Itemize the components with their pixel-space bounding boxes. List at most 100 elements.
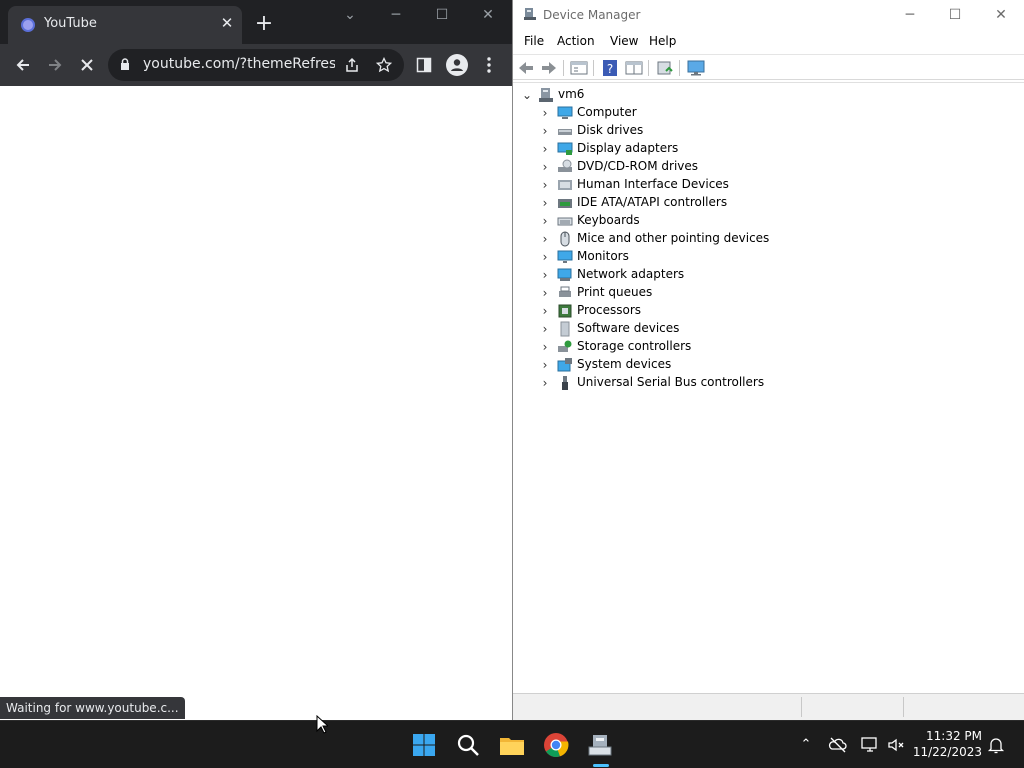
chrome-icon[interactable] xyxy=(540,729,572,761)
usb-icon xyxy=(562,376,568,390)
maximize-button[interactable]: ☐ xyxy=(941,4,969,26)
tree-item[interactable]: › Processors xyxy=(513,302,1024,320)
stop-loading-button[interactable] xyxy=(74,52,100,78)
hid-icon xyxy=(558,180,572,190)
volume-muted-icon[interactable] xyxy=(886,735,906,755)
tree-item[interactable]: › Disk drives xyxy=(513,122,1024,140)
tree-item[interactable]: › Software devices xyxy=(513,320,1024,338)
chevron-right-icon[interactable]: › xyxy=(539,321,551,337)
device-manager-taskbar-icon[interactable] xyxy=(585,729,617,761)
stop-icon xyxy=(81,59,93,71)
tree-item[interactable]: › Network adapters xyxy=(513,266,1024,284)
share-icon[interactable] xyxy=(344,57,360,73)
back-arrow-icon[interactable] xyxy=(517,59,535,77)
tree-item[interactable]: › Mice and other pointing devices xyxy=(513,230,1024,248)
tab-youtube[interactable]: YouTube ✕ xyxy=(8,6,242,44)
chevron-right-icon[interactable]: › xyxy=(539,141,551,157)
chevron-right-icon[interactable]: › xyxy=(539,303,551,319)
tree-item[interactable]: › Monitors xyxy=(513,248,1024,266)
chevron-right-icon[interactable]: › xyxy=(539,339,551,355)
tree-item-label: Keyboards xyxy=(577,213,640,227)
menu-view[interactable]: View xyxy=(610,34,638,48)
url-text[interactable]: youtube.com/?themeRefresh... xyxy=(143,56,335,72)
tree-item[interactable]: › Print queues xyxy=(513,284,1024,302)
file-explorer-icon[interactable] xyxy=(496,729,528,761)
more-menu-icon[interactable] xyxy=(481,56,497,74)
toolbar-separator xyxy=(563,60,564,76)
forward-button[interactable] xyxy=(42,52,68,78)
tree-item[interactable]: › Universal Serial Bus controllers xyxy=(513,374,1024,392)
tab-search-icon[interactable]: ⌄ xyxy=(335,4,365,26)
device-manager-app-icon xyxy=(524,8,536,20)
status-bar xyxy=(513,693,1024,720)
chevron-right-icon[interactable]: › xyxy=(539,231,551,247)
show-hide-console-tree-icon[interactable] xyxy=(570,59,588,77)
notification-bell-icon[interactable] xyxy=(986,735,1006,755)
person-icon xyxy=(451,59,463,71)
update-driver-icon[interactable] xyxy=(656,59,674,77)
computer-root-icon xyxy=(539,88,553,102)
tree-item[interactable]: › Computer xyxy=(513,104,1024,122)
chevron-right-icon[interactable]: › xyxy=(539,177,551,193)
network-icon[interactable] xyxy=(860,735,880,755)
bookmark-star-icon[interactable] xyxy=(376,57,392,73)
tree-item[interactable]: › DVD/CD-ROM drives xyxy=(513,158,1024,176)
processor-icon xyxy=(558,304,572,318)
tree-item[interactable]: › Storage controllers xyxy=(513,338,1024,356)
chevron-right-icon[interactable]: › xyxy=(539,357,551,373)
chevron-right-icon[interactable]: › xyxy=(539,285,551,301)
side-panel-icon[interactable] xyxy=(416,57,432,73)
tree-root[interactable]: ⌄ vm6 xyxy=(513,86,1024,104)
menu-action[interactable]: Action xyxy=(557,34,595,48)
chevron-right-icon[interactable]: › xyxy=(539,375,551,391)
clock-date[interactable]: 11/22/2023 xyxy=(912,745,982,759)
chevron-right-icon[interactable]: › xyxy=(539,213,551,229)
menu-file[interactable]: File xyxy=(524,34,544,48)
chevron-right-icon[interactable]: › xyxy=(539,159,551,175)
forward-arrow-icon xyxy=(49,59,62,71)
forward-arrow-icon[interactable] xyxy=(540,59,558,77)
minimize-button[interactable]: ─ xyxy=(896,4,924,26)
profile-avatar[interactable] xyxy=(446,54,468,76)
start-windows-icon[interactable] xyxy=(408,729,440,761)
tree-item-label: Display adapters xyxy=(577,141,679,155)
tree-item[interactable]: › Human Interface Devices xyxy=(513,176,1024,194)
keyboard-icon xyxy=(557,217,573,226)
tab-close-icon[interactable]: ✕ xyxy=(218,14,236,32)
tree-item-label: Human Interface Devices xyxy=(577,177,729,191)
chevron-up-icon[interactable]: ⌃ xyxy=(796,735,816,755)
tree-item[interactable]: › IDE ATA/ATAPI controllers xyxy=(513,194,1024,212)
chrome-tab-bar: YouTube ✕ + ⌄ ─ ☐ ✕ xyxy=(0,0,512,44)
toolbar-separator xyxy=(648,60,649,76)
scan-hardware-changes-icon[interactable] xyxy=(687,59,705,77)
back-button[interactable] xyxy=(10,52,36,78)
chevron-right-icon[interactable]: › xyxy=(539,249,551,265)
chevron-down-icon[interactable]: ⌄ xyxy=(521,87,533,103)
search-icon[interactable] xyxy=(452,729,484,761)
tree-item[interactable]: › Keyboards xyxy=(513,212,1024,230)
chevron-right-icon[interactable]: › xyxy=(539,105,551,121)
close-window-button[interactable]: ✕ xyxy=(987,4,1015,26)
minimize-button[interactable]: ─ xyxy=(381,4,411,26)
clock-time[interactable]: 11:32 PM xyxy=(920,729,982,743)
menu-help[interactable]: Help xyxy=(649,34,676,48)
chevron-right-icon[interactable]: › xyxy=(539,267,551,283)
software-device-icon xyxy=(560,321,570,337)
new-tab-button[interactable]: + xyxy=(252,12,276,36)
mouse-cursor-icon xyxy=(316,715,328,734)
help-icon[interactable]: ? xyxy=(601,59,619,77)
close-window-button[interactable]: ✕ xyxy=(473,4,503,26)
tree-item-label: Network adapters xyxy=(577,267,685,281)
properties-icon[interactable] xyxy=(625,59,643,77)
tree-item-label: Mice and other pointing devices xyxy=(577,231,770,245)
chevron-right-icon[interactable]: › xyxy=(539,195,551,211)
disk-drive-icon xyxy=(558,129,572,135)
tree-item[interactable]: › Display adapters xyxy=(513,140,1024,158)
onedrive-offline-icon[interactable] xyxy=(828,735,848,755)
tree-item[interactable]: › System devices xyxy=(513,356,1024,374)
chevron-right-icon[interactable]: › xyxy=(539,123,551,139)
tree-item-label: Processors xyxy=(577,303,642,317)
maximize-button[interactable]: ☐ xyxy=(427,4,457,26)
storage-controller-icon xyxy=(558,340,572,352)
address-bar[interactable]: youtube.com/?themeRefresh... xyxy=(108,49,404,81)
